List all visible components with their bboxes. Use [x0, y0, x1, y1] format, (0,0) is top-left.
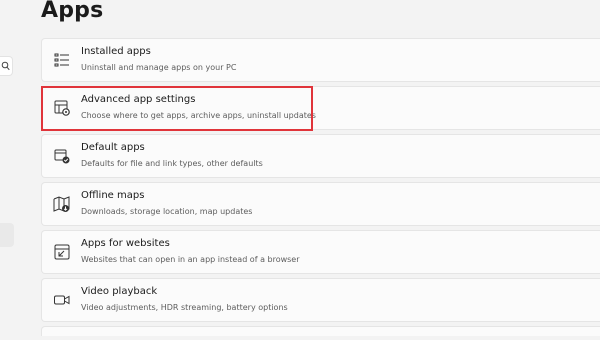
item-title: Apps for websites	[81, 238, 170, 249]
video-playback-item[interactable]: Video playback Video adjustments, HDR st…	[41, 278, 600, 322]
item-description: Choose where to get apps, archive apps, …	[81, 111, 316, 120]
search-icon	[1, 61, 10, 71]
default-apps-check-icon	[54, 149, 70, 164]
search-box[interactable]	[0, 56, 13, 76]
app-settings-gear-icon	[54, 100, 70, 116]
default-apps-item[interactable]: Default apps Defaults for file and link …	[41, 134, 600, 178]
installed-apps-list-icon	[54, 53, 69, 67]
next-item-partial[interactable]	[41, 326, 600, 336]
item-title: Offline maps	[81, 190, 145, 201]
item-title: Installed apps	[81, 46, 151, 57]
item-description: Uninstall and manage apps on your PC	[81, 63, 237, 72]
video-camera-icon	[54, 295, 70, 305]
apps-for-websites-icon	[54, 244, 70, 260]
settings-list: Installed apps Uninstall and manage apps…	[41, 38, 600, 340]
selected-nav-item[interactable]	[0, 223, 14, 247]
page-title: Apps	[41, 0, 104, 23]
installed-apps-item[interactable]: Installed apps Uninstall and manage apps…	[41, 38, 600, 82]
advanced-app-settings-item[interactable]: Advanced app settings Choose where to ge…	[41, 86, 600, 130]
item-title: Advanced app settings	[81, 94, 196, 105]
item-description: Downloads, storage location, map updates	[81, 207, 253, 216]
apps-for-websites-item[interactable]: Apps for websites Websites that can open…	[41, 230, 600, 274]
item-description: Defaults for file and link types, other …	[81, 159, 263, 168]
offline-map-icon	[53, 196, 70, 212]
item-title: Video playback	[81, 286, 158, 297]
item-title: Default apps	[81, 142, 145, 153]
offline-maps-item[interactable]: Offline maps Downloads, storage location…	[41, 182, 600, 226]
item-description: Websites that can open in an app instead…	[81, 255, 300, 264]
navigation-pane-edge	[0, 0, 16, 337]
item-description: Video adjustments, HDR streaming, batter…	[81, 303, 288, 312]
